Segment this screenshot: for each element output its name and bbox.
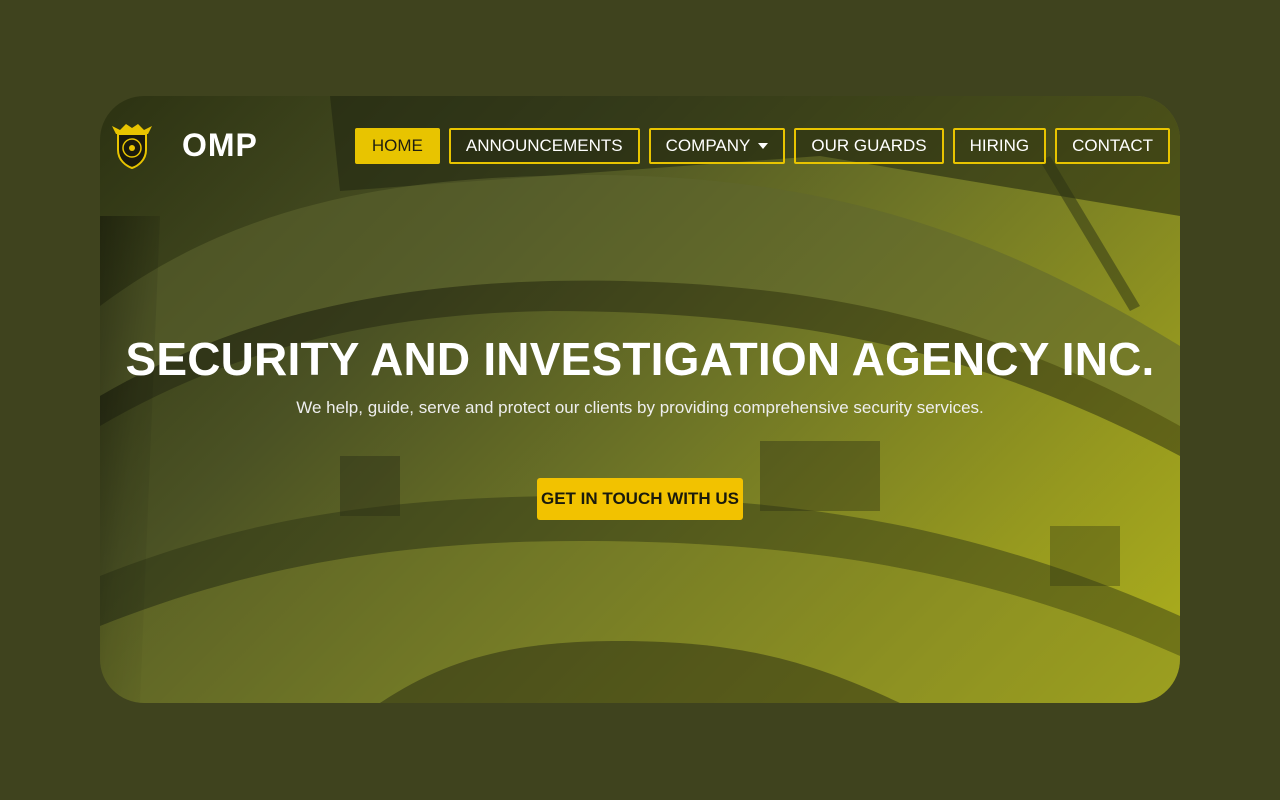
nav-hiring-label: HIRING	[969, 136, 1030, 155]
caret-down-icon	[758, 143, 769, 149]
nav-company-dropdown[interactable]: COMPANY	[648, 128, 786, 164]
main-navigation: HOME ANNOUNCEMENTS COMPANY OUR GUARDS HI…	[354, 128, 1170, 164]
eagle-shield-icon	[112, 124, 152, 170]
brand-logo[interactable]: OMP	[110, 120, 258, 170]
nav-home[interactable]: HOME	[354, 128, 440, 164]
nav-our-guards-label: OUR GUARDS	[811, 136, 927, 155]
hero-title: SECURITY AND INVESTIGATION AGENCY INC.	[125, 333, 1155, 385]
brand-name: OMP	[182, 126, 258, 163]
get-in-touch-button[interactable]: GET IN TOUCH WITH US	[537, 478, 743, 520]
nav-contact-label: CONTACT	[1072, 136, 1153, 155]
hero-subtitle: We help, guide, serve and protect our cl…	[296, 398, 984, 417]
nav-contact[interactable]: CONTACT	[1055, 128, 1170, 164]
nav-company-label: COMPANY	[665, 136, 751, 155]
nav-home-label: HOME	[371, 136, 423, 155]
hero-section: OMP HOME ANNOUNCEMENTS COMPANY OUR GUARD…	[100, 96, 1180, 703]
nav-announcements[interactable]: ANNOUNCEMENTS	[448, 128, 640, 164]
nav-our-guards[interactable]: OUR GUARDS	[794, 128, 944, 164]
nav-announcements-label: ANNOUNCEMENTS	[465, 136, 623, 155]
nav-hiring[interactable]: HIRING	[952, 128, 1047, 164]
